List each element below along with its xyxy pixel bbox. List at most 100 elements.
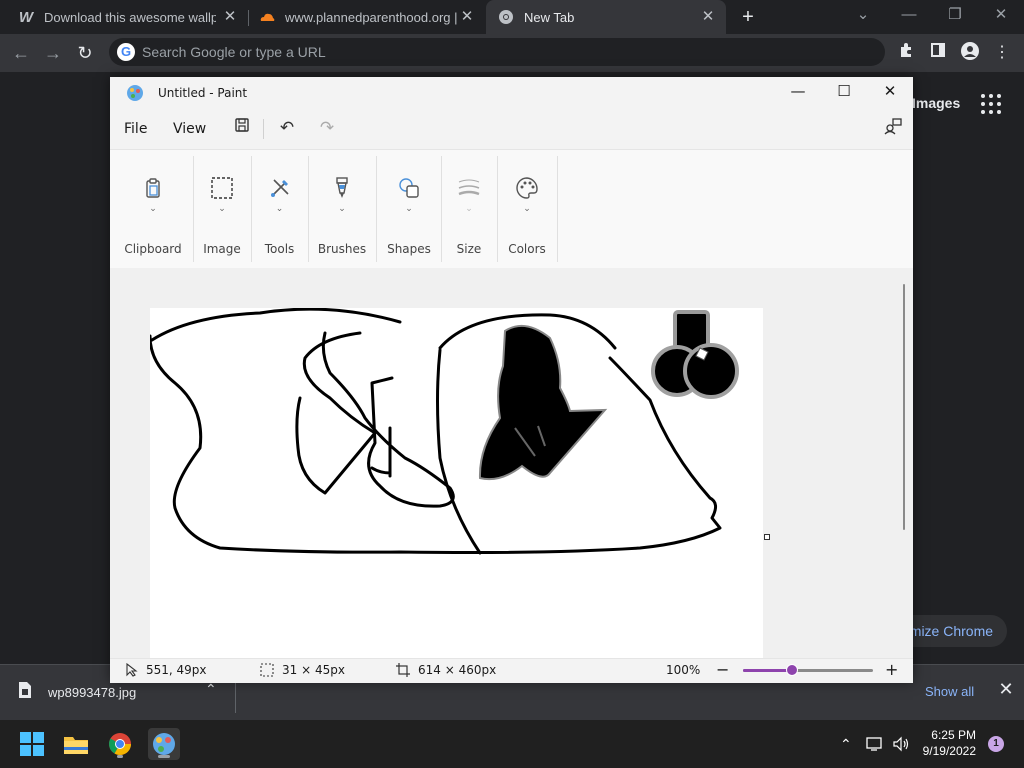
ribbon-group-clipboard[interactable]: ⌄ Clipboard [114,150,192,268]
paint-maximize-icon[interactable]: ☐ [821,77,867,107]
palette-icon [515,176,539,200]
zoom-in-icon[interactable]: + [885,660,898,679]
windows-taskbar: ⌃ 6:25 PM 9/19/2022 1 [0,720,1024,768]
size-icon [457,176,481,200]
zoom-slider-fill [743,669,792,672]
canvas-size-text: 614 × 460px [418,663,497,677]
tab-new-tab[interactable]: New Tab ✕ [486,0,726,34]
chevron-down-icon: ⌄ [275,204,284,214]
save-icon[interactable] [231,117,253,139]
chevron-down-icon: ⌄ [465,204,473,214]
chevron-down-icon: ⌄ [338,204,346,214]
tab-title: New Tab [524,9,575,25]
close-tab-icon[interactable]: ✕ [700,9,716,25]
google-apps-icon[interactable] [980,93,1002,115]
selection-icon [210,176,234,200]
volume-icon[interactable] [892,736,910,755]
omnibox[interactable]: G Search Google or type a URL [109,38,885,66]
network-icon[interactable] [866,736,884,755]
file-explorer-taskbar-icon[interactable] [60,728,92,760]
back-icon[interactable]: ← [10,42,32,64]
ribbon-group-tools[interactable]: ⌄ Tools [252,150,307,268]
download-options-chevron-icon[interactable]: ⌃ [205,681,217,698]
close-downloads-bar-icon[interactable]: ✕ [996,679,1016,699]
tab-wallpaper[interactable]: W Download this awesome wallpap ✕ [8,0,248,34]
menu-file[interactable]: File [124,121,147,137]
zoom-slider-thumb[interactable] [786,664,798,676]
ribbon-label: Image [203,242,241,256]
cursor-position-text: 551, 49px [146,663,207,677]
account-settings-icon[interactable] [882,117,904,139]
ribbon-group-brushes[interactable]: ⌄ Brushes [309,150,375,268]
forward-icon[interactable]: → [42,42,64,64]
notification-badge[interactable]: 1 [988,736,1004,752]
selection-size-icon [260,663,274,677]
vertical-scrollbar[interactable] [903,284,905,530]
paint-window: Untitled - Paint — ☐ ✕ File View ↶ ↷ ⌄ C… [110,77,913,683]
close-tab-icon[interactable]: ✕ [459,9,475,25]
drawing-canvas[interactable] [150,308,770,658]
tab-search-chevron-icon[interactable]: ⌄ [840,0,886,32]
ribbon-label: Shapes [387,242,431,256]
paint-app-icon [126,84,144,102]
running-indicator [117,755,123,758]
cursor-position: 551, 49px [126,663,207,677]
tab-plannedparenthood[interactable]: www.plannedparenthood.org | C ✕ [249,0,485,34]
ribbon-label: Colors [508,242,546,256]
chrome-menu-icon[interactable]: ⋮ [991,42,1013,64]
side-panel-icon[interactable] [927,42,949,64]
canvas-resize-handle[interactable] [764,534,770,540]
ribbon-label: Brushes [317,242,367,256]
active-indicator [158,755,170,758]
pointer-icon [126,663,138,677]
start-button[interactable] [16,728,48,760]
selection-size-text: 31 × 45px [282,663,345,677]
new-tab-plus-icon[interactable]: + [738,7,758,27]
show-all-downloads-link[interactable]: Show all [925,684,974,699]
redo-icon[interactable]: ↷ [316,117,338,139]
menu-view[interactable]: View [173,121,206,137]
paint-workspace [110,268,913,658]
windows-logo-icon [20,732,44,756]
ribbon-label: Tools [264,242,295,256]
paint-minimize-icon[interactable]: — [775,77,821,107]
tab-title: www.plannedparenthood.org | C [285,9,461,25]
tab-strip: W Download this awesome wallpap ✕ www.pl… [0,0,1024,34]
ntp-images-link[interactable]: Images [912,95,960,111]
chevron-down-icon: ⌄ [405,204,413,214]
paint-close-icon[interactable]: ✕ [867,77,913,107]
tools-icon [268,176,292,200]
paint-taskbar-icon[interactable] [148,728,180,760]
clipboard-icon [141,176,165,200]
show-hidden-icons-chevron-icon[interactable]: ⌃ [840,736,852,753]
ribbon-separator [557,156,558,262]
ribbon-group-image[interactable]: ⌄ Image [194,150,250,268]
close-window-icon[interactable]: ✕ [978,0,1024,32]
zoom-level: 100% [666,663,701,677]
close-tab-icon[interactable]: ✕ [222,9,238,25]
customize-chrome-label: omize Chrome [902,623,994,639]
extensions-icon[interactable] [895,42,917,64]
clock-time: 6:25 PM [931,728,976,742]
ribbon-group-size[interactable]: ⌄ Size [442,150,496,268]
profile-avatar[interactable] [959,42,981,64]
ribbon-group-colors[interactable]: ⌄ Colors [498,150,556,268]
google-g-icon: G [117,43,135,61]
clock-date: 9/19/2022 [922,744,976,758]
download-file-name[interactable]: wp8993478.jpg [48,685,136,700]
undo-icon[interactable]: ↶ [276,117,298,139]
paint-menu-bar: File View ↶ ↷ [110,109,913,149]
chevron-down-icon: ⌄ [523,204,531,214]
restore-icon[interactable]: ❐ [932,0,978,32]
chrome-taskbar-icon[interactable] [104,728,136,760]
minimize-icon[interactable]: — [886,0,932,32]
chevron-down-icon: ⌄ [218,204,226,214]
wallhaven-w-icon: W [18,8,34,26]
paint-ribbon: ⌄ Clipboard ⌄ Image ⌄ Tools ⌄ Brushes ⌄ … [110,149,913,269]
paint-title-bar[interactable]: Untitled - Paint — ☐ ✕ [110,77,913,109]
ribbon-group-shapes[interactable]: ⌄ Shapes [377,150,441,268]
zoom-out-icon[interactable]: − [716,660,729,679]
system-clock[interactable]: 6:25 PM 9/19/2022 [920,728,976,758]
file-icon [18,681,36,703]
reload-icon[interactable]: ↻ [74,42,96,64]
